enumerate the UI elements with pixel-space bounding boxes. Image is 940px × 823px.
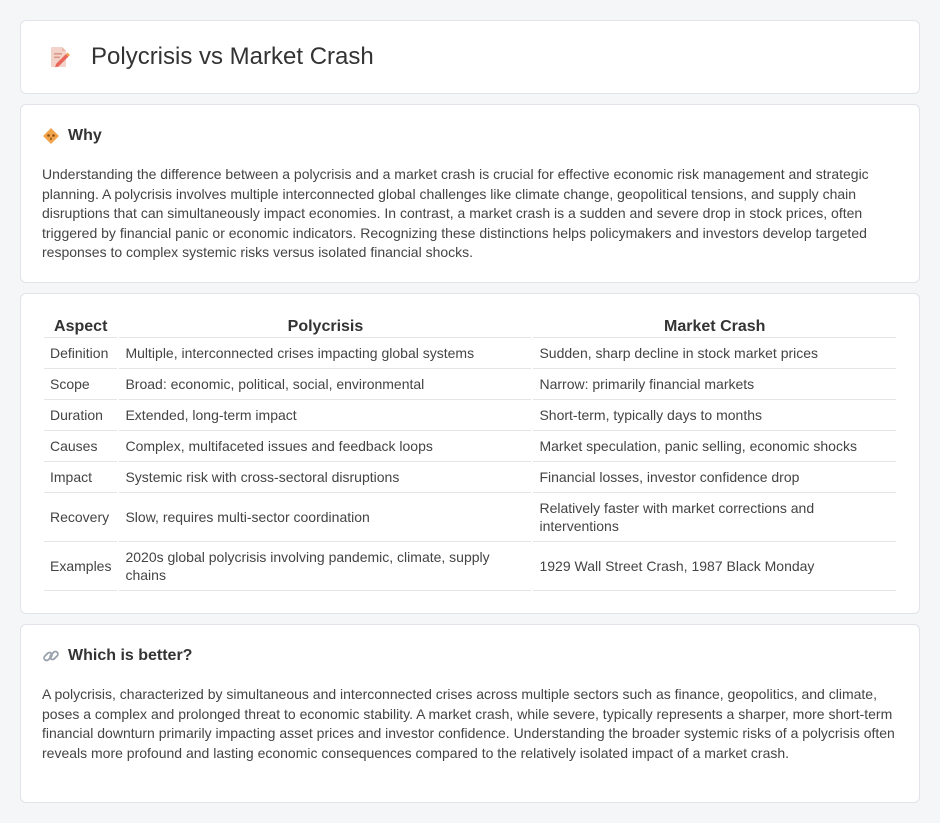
polycrisis-cell: Complex, multifaceted issues and feedbac… bbox=[119, 431, 532, 462]
polycrisis-cell: Broad: economic, political, social, envi… bbox=[119, 369, 532, 400]
page-title: Polycrisis vs Market Crash bbox=[91, 43, 374, 70]
link-icon bbox=[42, 647, 60, 665]
market-crash-cell: Market speculation, panic selling, econo… bbox=[533, 431, 896, 462]
aspect-cell: Examples bbox=[44, 542, 118, 591]
better-text: A polycrisis, characterized by simultane… bbox=[42, 686, 895, 761]
comparison-section: Aspect Polycrisis Market Crash Definitio… bbox=[20, 293, 920, 614]
why-section: Why Understanding the difference between… bbox=[20, 104, 920, 283]
table-row: Definition Multiple, interconnected cris… bbox=[44, 338, 896, 369]
aspect-cell: Duration bbox=[44, 400, 118, 431]
which-is-better-section: Which is better? A polycrisis, character… bbox=[20, 624, 920, 803]
comparison-table: Aspect Polycrisis Market Crash Definitio… bbox=[42, 316, 898, 591]
aspect-cell: Impact bbox=[44, 462, 118, 493]
market-crash-cell: Relatively faster with market correction… bbox=[533, 493, 896, 542]
market-crash-cell: Financial losses, investor confidence dr… bbox=[533, 462, 896, 493]
polycrisis-cell: Systemic risk with cross-sectoral disrup… bbox=[119, 462, 532, 493]
better-heading: Which is better? bbox=[42, 647, 192, 665]
diamond-warning-icon bbox=[42, 127, 60, 145]
polycrisis-cell: Multiple, interconnected crises impactin… bbox=[119, 338, 532, 369]
polycrisis-cell: Extended, long-term impact bbox=[119, 400, 532, 431]
why-title: Why bbox=[68, 127, 102, 144]
header-market-crash: Market Crash bbox=[533, 316, 896, 338]
table-row: Causes Complex, multifaceted issues and … bbox=[44, 431, 896, 462]
header-polycrisis: Polycrisis bbox=[119, 316, 532, 338]
market-crash-cell: Narrow: primarily financial markets bbox=[533, 369, 896, 400]
table-row: Duration Extended, long-term impact Shor… bbox=[44, 400, 896, 431]
why-heading: Why bbox=[42, 127, 102, 145]
why-text: Understanding the difference between a p… bbox=[42, 166, 869, 260]
market-crash-cell: Sudden, sharp decline in stock market pr… bbox=[533, 338, 896, 369]
header-card: Polycrisis vs Market Crash bbox=[20, 20, 920, 94]
table-row: Examples 2020s global polycrisis involvi… bbox=[44, 542, 896, 591]
table-row: Impact Systemic risk with cross-sectoral… bbox=[44, 462, 896, 493]
market-crash-cell: 1929 Wall Street Crash, 1987 Black Monda… bbox=[533, 542, 896, 591]
better-title: Which is better? bbox=[68, 647, 193, 664]
aspect-cell: Recovery bbox=[44, 493, 118, 542]
title-row: Polycrisis vs Market Crash bbox=[45, 43, 374, 71]
document-pencil-icon bbox=[45, 43, 73, 71]
table-row: Recovery Slow, requires multi-sector coo… bbox=[44, 493, 896, 542]
market-crash-cell: Short-term, typically days to months bbox=[533, 400, 896, 431]
polycrisis-cell: Slow, requires multi-sector coordination bbox=[119, 493, 532, 542]
table-row: Scope Broad: economic, political, social… bbox=[44, 369, 896, 400]
aspect-cell: Definition bbox=[44, 338, 118, 369]
table-header-row: Aspect Polycrisis Market Crash bbox=[44, 316, 896, 338]
header-aspect: Aspect bbox=[44, 316, 118, 338]
aspect-cell: Causes bbox=[44, 431, 118, 462]
aspect-cell: Scope bbox=[44, 369, 118, 400]
polycrisis-cell: 2020s global polycrisis involving pandem… bbox=[119, 542, 532, 591]
